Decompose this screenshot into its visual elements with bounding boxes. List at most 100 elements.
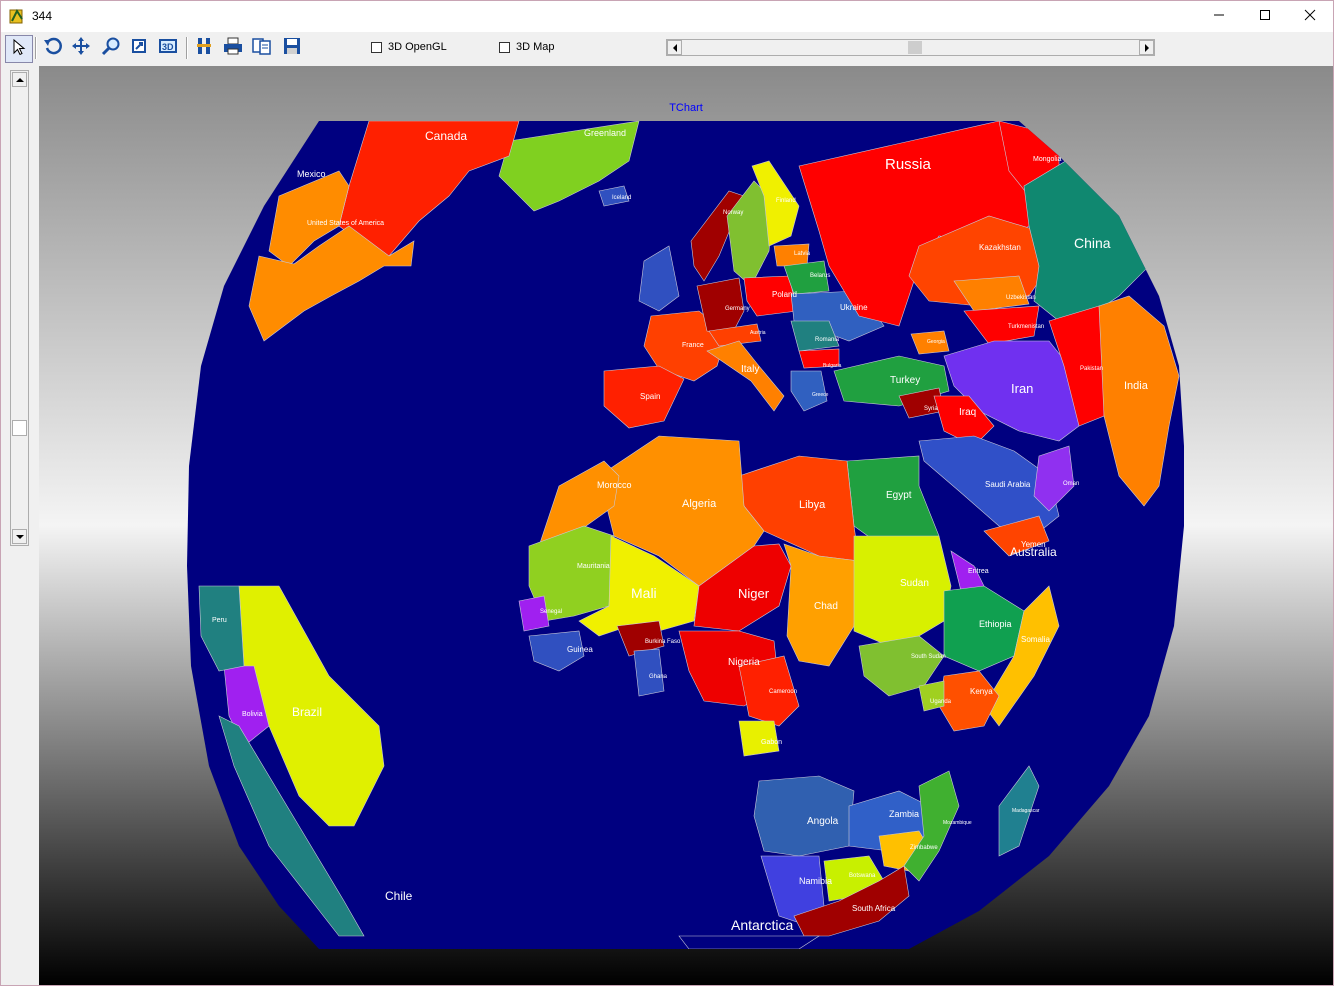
label-mauritania: Mauritania [577, 563, 610, 570]
horizontal-scroll-thumb[interactable] [908, 41, 922, 54]
label-senegal: Senegal [540, 609, 562, 615]
rotate-tool-button[interactable] [40, 35, 66, 61]
arrow-down-icon [15, 528, 24, 546]
edit-icon [194, 36, 214, 61]
label-russia: Russia [885, 156, 932, 173]
label-botswana: Botswana [849, 873, 876, 879]
chart-title: TChart [669, 102, 703, 114]
region-ghana[interactable] [633, 648, 665, 697]
label-mozambique: Mozambique [943, 820, 972, 826]
app-logo-icon [8, 7, 26, 25]
label-namibia: Namibia [799, 876, 832, 886]
label-mali: Mali [631, 585, 657, 601]
move-tool-button[interactable] [68, 35, 94, 61]
label-antarctica: Antarctica [731, 917, 793, 933]
label-saudi-arabia: Saudi Arabia [985, 480, 1031, 489]
close-button[interactable] [1287, 1, 1333, 32]
maximize-icon [1259, 8, 1271, 26]
label-greece: Greece [812, 392, 829, 398]
app-window: 344 3D 3D OpenGL 3D Map Canada Greenland… [0, 0, 1334, 986]
opengl-checkbox-label: 3D OpenGL [388, 41, 447, 53]
label-niger: Niger [738, 586, 770, 601]
arrow-left-icon [671, 39, 679, 57]
3d-icon: 3D [157, 36, 179, 61]
label-india: India [1124, 380, 1149, 392]
label-latvia: Latvia [794, 251, 811, 257]
toolbar-separator [35, 37, 37, 59]
label-peru: Peru [212, 617, 227, 624]
save-icon [282, 36, 302, 61]
label-turkey: Turkey [890, 375, 920, 386]
label-mongolia: Mongolia [1033, 156, 1062, 163]
label-cameroon: Cameroon [769, 689, 797, 695]
label-zimbabwe: Zimbabwe [910, 845, 938, 851]
label-algeria: Algeria [682, 498, 717, 510]
label-romania: Romania [815, 337, 840, 343]
3d-tool-button[interactable]: 3D [155, 35, 181, 61]
label-ethiopia: Ethiopia [979, 619, 1012, 629]
label-angola: Angola [807, 816, 839, 827]
pointer-icon [10, 38, 28, 61]
label-turkmenistan: Turkmenistan [1008, 324, 1044, 330]
map-svg[interactable]: Canada Greenland Mexico United States of Am… [39, 66, 1333, 985]
scroll-right-button[interactable] [1139, 40, 1154, 55]
label-norway: Norway [723, 210, 743, 216]
print-button[interactable] [220, 35, 246, 61]
label-somalia: Somalia [1021, 635, 1050, 644]
copy-button[interactable] [249, 35, 275, 61]
label-france: France [682, 342, 704, 349]
minimize-icon [1213, 8, 1225, 26]
select-tool-button[interactable] [5, 35, 33, 63]
region-angola[interactable] [753, 775, 855, 857]
label-china: China [1074, 235, 1111, 251]
label-madagascar: Madagascar [1012, 808, 1040, 814]
label-georgia: Georgia [927, 339, 945, 345]
copy-icon [251, 36, 273, 61]
label-guinea: Guinea [567, 645, 593, 654]
scroll-left-button[interactable] [667, 40, 682, 55]
print-icon [222, 36, 244, 61]
arrow-right-icon [1143, 39, 1151, 57]
label-poland: Poland [772, 290, 797, 299]
label-sudan: Sudan [900, 578, 929, 589]
label-syria: Syria [924, 406, 938, 412]
svg-text:3D: 3D [162, 42, 174, 52]
label-canada: Canada [425, 129, 467, 143]
depth-tool-button[interactable] [126, 35, 152, 61]
scroll-down-button[interactable] [12, 529, 27, 544]
label-italy: Italy [741, 364, 759, 375]
label-bolivia: Bolivia [242, 711, 263, 718]
label-chad: Chad [814, 601, 838, 612]
label-egypt: Egypt [886, 490, 912, 501]
title-bar: 344 [1, 1, 1333, 32]
arrow-up-icon [15, 71, 24, 89]
label-zambia: Zambia [889, 809, 919, 819]
minimize-button[interactable] [1196, 1, 1242, 32]
depth-icon [129, 36, 149, 61]
label-ghana: Ghana [649, 674, 668, 680]
label-spain: Spain [640, 392, 660, 401]
maximize-button[interactable] [1242, 1, 1288, 32]
label-burkina-faso: Burkina Faso [645, 639, 681, 645]
label-uzbekistan: Uzbekistan [1006, 295, 1036, 301]
label-brazil: Brazil [292, 705, 322, 719]
3d-map-checkbox[interactable] [499, 42, 510, 53]
label-eritrea: Eritrea [968, 568, 989, 575]
zoom-tool-button[interactable] [98, 35, 124, 61]
3d-map-checkbox-label: 3D Map [516, 41, 555, 53]
edit-tool-button[interactable] [191, 35, 217, 61]
horizontal-scrollbar[interactable] [666, 39, 1155, 56]
label-uganda: Uganda [930, 699, 952, 705]
label-chile: Chile [385, 889, 413, 903]
label-kenya: Kenya [970, 687, 993, 696]
vertical-scroll-thumb[interactable] [12, 420, 27, 436]
label-mexico: Mexico [297, 169, 326, 179]
vertical-scrollbar[interactable] [10, 70, 29, 546]
scroll-up-button[interactable] [12, 72, 27, 87]
map-chart[interactable]: Canada Greenland Mexico United States of Am… [39, 66, 1333, 985]
save-button[interactable] [279, 35, 305, 61]
opengl-checkbox[interactable] [371, 42, 382, 53]
label-south-africa: South Africa [852, 904, 896, 913]
region-antarctica[interactable] [678, 935, 821, 949]
label-greenland: Greenland [584, 128, 626, 138]
